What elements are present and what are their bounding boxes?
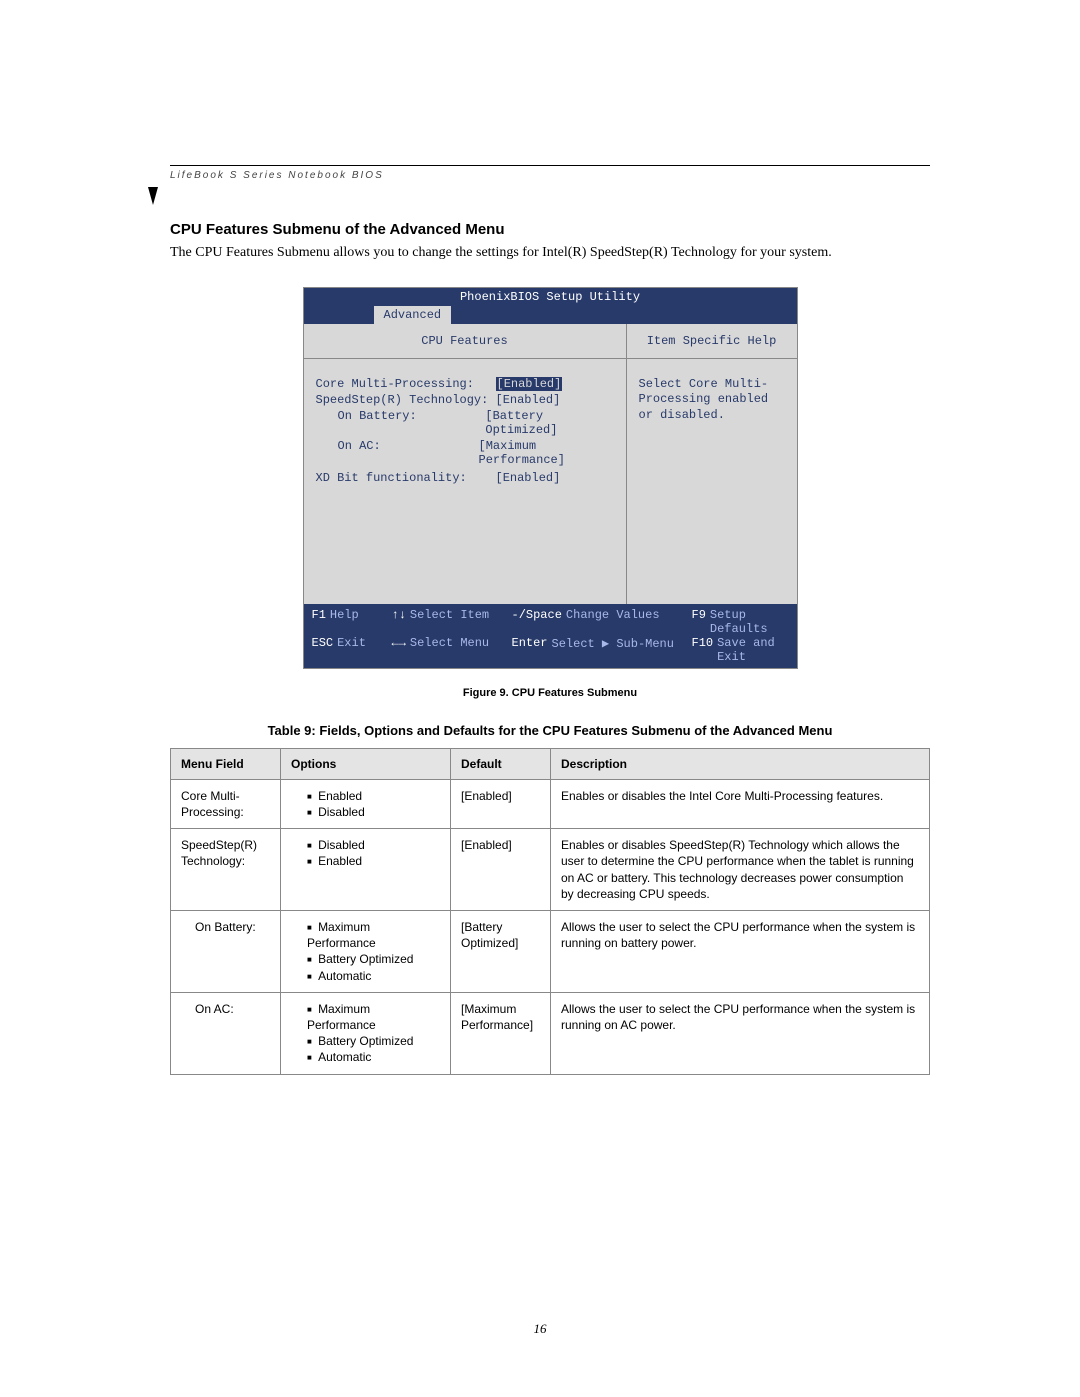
bios-setting-row[interactable]: Core Multi-Processing:[Enabled] (316, 377, 614, 391)
bios-help-text: Select Core Multi-Processing enabled or … (627, 359, 797, 442)
bios-left-pane: CPU Features Core Multi-Processing:[Enab… (304, 324, 627, 604)
table-row: Core Multi-Processing:EnabledDisabled[En… (171, 779, 930, 828)
bios-setting-row[interactable]: On AC:[Maximum Performance] (316, 439, 614, 467)
table-row: SpeedStep(R) Technology:DisabledEnabled[… (171, 829, 930, 911)
hint-change-values: Change Values (566, 608, 660, 636)
cell-menu-field: On AC: (171, 992, 281, 1074)
bios-footer: F1Help ↑↓Select Item -/SpaceChange Value… (304, 604, 797, 668)
bios-title: PhoenixBIOS Setup Utility (304, 288, 797, 306)
cell-default: [Enabled] (451, 829, 551, 911)
th-menu-field: Menu Field (171, 748, 281, 779)
option-item: Automatic (307, 1049, 440, 1065)
bios-setting-value: [Maximum Performance] (479, 439, 614, 467)
cell-description: Enables or disables SpeedStep(R) Technol… (551, 829, 930, 911)
cell-description: Allows the user to select the CPU perfor… (551, 992, 930, 1074)
hint-setup-defaults: Setup Defaults (710, 608, 789, 636)
bios-setting-row[interactable]: XD Bit functionality:[Enabled] (316, 471, 614, 485)
table-row: On Battery:Maximum PerformanceBattery Op… (171, 911, 930, 993)
cell-menu-field: Core Multi-Processing: (171, 779, 281, 828)
bios-setting-label: Core Multi-Processing: (316, 377, 496, 391)
header-mark-icon (148, 187, 158, 205)
page-number: 16 (534, 1321, 547, 1337)
hint-exit: Exit (337, 636, 366, 664)
bios-tabs: Advanced (304, 306, 797, 324)
option-item: Disabled (307, 837, 440, 853)
figure-caption: Figure 9. CPU Features Submenu (170, 687, 930, 699)
bios-setting-value: [Enabled] (496, 377, 563, 391)
option-item: Enabled (307, 788, 440, 804)
bios-setting-label: SpeedStep(R) Technology: (316, 393, 496, 407)
bios-help-title: Item Specific Help (627, 324, 797, 359)
cell-options: DisabledEnabled (281, 829, 451, 911)
bios-tab-advanced[interactable]: Advanced (374, 306, 452, 324)
cell-default: [Maximum Performance] (451, 992, 551, 1074)
key-esc: ESC (312, 636, 334, 664)
bios-setting-value: [Enabled] (496, 393, 561, 407)
hint-save-exit: Save and Exit (717, 636, 788, 664)
key-leftright: ←→ (392, 636, 406, 664)
cell-menu-field: On Battery: (171, 911, 281, 993)
cell-options: Maximum PerformanceBattery OptimizedAuto… (281, 911, 451, 993)
table-title: Table 9: Fields, Options and Defaults fo… (170, 723, 930, 738)
cell-options: Maximum PerformanceBattery OptimizedAuto… (281, 992, 451, 1074)
key-updown: ↑↓ (392, 608, 406, 636)
hint-select-item: Select Item (410, 608, 489, 636)
option-item: Automatic (307, 968, 440, 984)
bios-submenu-title: CPU Features (304, 324, 626, 359)
cell-description: Enables or disables the Intel Core Multi… (551, 779, 930, 828)
key-enter: Enter (512, 636, 548, 664)
running-head: LifeBook S Series Notebook BIOS (170, 170, 930, 181)
cell-menu-field: SpeedStep(R) Technology: (171, 829, 281, 911)
th-default: Default (451, 748, 551, 779)
bios-setting-label: On Battery: (316, 409, 486, 437)
th-options: Options (281, 748, 451, 779)
cell-default: [Battery Optimized] (451, 911, 551, 993)
key-f9: F9 (692, 608, 706, 636)
option-item: Battery Optimized (307, 1033, 440, 1049)
spec-table: Menu Field Options Default Description C… (170, 748, 930, 1075)
option-item: Enabled (307, 853, 440, 869)
hint-select-submenu: Select ▶ Sub-Menu (552, 636, 674, 664)
bios-setting-value: [Battery Optimized] (485, 409, 613, 437)
option-item: Disabled (307, 804, 440, 820)
bios-setting-row[interactable]: SpeedStep(R) Technology:[Enabled] (316, 393, 614, 407)
table-row: On AC:Maximum PerformanceBattery Optimiz… (171, 992, 930, 1074)
key-f1: F1 (312, 608, 326, 636)
cell-description: Allows the user to select the CPU perfor… (551, 911, 930, 993)
bios-help-pane: Item Specific Help Select Core Multi-Pro… (627, 324, 797, 604)
bios-setting-value: [Enabled] (496, 471, 561, 485)
key-f10: F10 (692, 636, 714, 664)
hint-help: Help (330, 608, 359, 636)
cell-default: [Enabled] (451, 779, 551, 828)
th-description: Description (551, 748, 930, 779)
bios-setting-label: XD Bit functionality: (316, 471, 496, 485)
cell-options: EnabledDisabled (281, 779, 451, 828)
option-item: Battery Optimized (307, 951, 440, 967)
option-item: Maximum Performance (307, 919, 440, 951)
option-item: Maximum Performance (307, 1001, 440, 1033)
hint-select-menu: Select Menu (410, 636, 489, 664)
section-intro: The CPU Features Submenu allows you to c… (170, 244, 930, 263)
bios-setting-row[interactable]: On Battery:[Battery Optimized] (316, 409, 614, 437)
key-space: -/Space (512, 608, 562, 636)
section-title: CPU Features Submenu of the Advanced Men… (170, 221, 930, 238)
bios-setting-label: On AC: (316, 439, 479, 467)
bios-screenshot: PhoenixBIOS Setup Utility Advanced CPU F… (303, 287, 798, 669)
